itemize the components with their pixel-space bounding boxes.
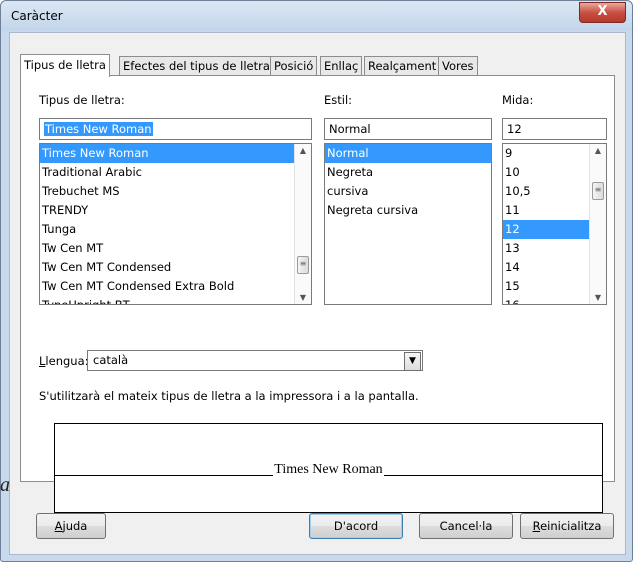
style-label: Estil: bbox=[324, 93, 353, 107]
font-list-item[interactable]: Tunga bbox=[40, 220, 311, 239]
help-button[interactable]: Ajuda bbox=[36, 513, 106, 539]
font-list-item[interactable]: Tw Cen MT Condensed Extra Bold bbox=[40, 277, 311, 296]
help-mnemonic: A bbox=[54, 519, 63, 533]
language-select[interactable]: català ▼ bbox=[87, 350, 423, 371]
reset-button[interactable]: Reinicialitza bbox=[520, 513, 614, 539]
style-list-item[interactable]: Negreta bbox=[325, 163, 491, 182]
preview-sample-text: Times New Roman bbox=[273, 462, 384, 477]
font-list-item[interactable]: Trebuchet MS bbox=[40, 182, 311, 201]
scroll-up-arrow-icon[interactable]: ▲ bbox=[590, 146, 606, 155]
font-list-scrollbar[interactable]: ▲ ≡ ▼ bbox=[294, 144, 311, 304]
size-list-scrollbar[interactable]: ▲ ≡ ▼ bbox=[589, 144, 606, 304]
style-list[interactable]: Normal Negreta cursiva Negreta cursiva bbox=[324, 143, 492, 305]
scroll-thumb[interactable]: ≡ bbox=[592, 182, 604, 200]
style-list-item[interactable]: Normal bbox=[325, 144, 491, 163]
font-list-item[interactable]: TRENDY bbox=[40, 201, 311, 220]
character-dialog: Caràcter X Tipus de lletra Efectes del t… bbox=[0, 0, 633, 562]
tab-font-effects[interactable]: Efectes del tipus de lletra bbox=[119, 56, 274, 76]
scroll-thumb[interactable]: ≡ bbox=[297, 256, 309, 274]
font-list-item[interactable]: TypoUpright BT bbox=[40, 296, 311, 304]
size-input[interactable]: 12 bbox=[502, 118, 607, 140]
reset-label-rest: einicialitza bbox=[540, 519, 602, 533]
tab-borders[interactable]: Vores bbox=[438, 56, 478, 76]
font-tab-panel: Tipus de lletra: Estil: Mida: Times New … bbox=[20, 75, 615, 513]
font-preview: Times New Roman bbox=[54, 423, 603, 513]
tab-highlighting[interactable]: Realçament bbox=[364, 56, 441, 76]
ok-button[interactable]: D'acord bbox=[309, 513, 403, 539]
font-family-label: Tipus de lletra: bbox=[39, 93, 125, 107]
close-button[interactable]: X bbox=[579, 2, 626, 23]
font-list-item[interactable]: Traditional Arabic bbox=[40, 163, 311, 182]
dialog-title: Caràcter bbox=[11, 9, 63, 23]
size-list[interactable]: 9 10 10,5 11 12 13 14 15 16 ▲ ≡ ▼ bbox=[502, 143, 607, 305]
preview-sample: Times New Roman bbox=[55, 462, 602, 478]
font-family-input[interactable]: Times New Roman bbox=[39, 118, 312, 140]
style-list-item[interactable]: Negreta cursiva bbox=[325, 201, 491, 220]
language-label-rest: lengua: bbox=[45, 354, 89, 368]
dialog-body: Tipus de lletra Efectes del tipus de lle… bbox=[9, 32, 626, 555]
chevron-down-icon[interactable]: ▼ bbox=[404, 352, 421, 371]
cancel-button[interactable]: Cancel·la bbox=[419, 513, 513, 539]
scroll-down-arrow-icon[interactable]: ▼ bbox=[295, 293, 311, 302]
style-list-item[interactable]: cursiva bbox=[325, 182, 491, 201]
tab-hyperlink[interactable]: Enllaç bbox=[320, 56, 363, 76]
scroll-up-arrow-icon[interactable]: ▲ bbox=[295, 146, 311, 155]
help-label-rest: juda bbox=[62, 519, 88, 533]
close-icon: X bbox=[597, 4, 608, 19]
reset-mnemonic: R bbox=[532, 519, 541, 533]
font-list-item[interactable]: Tw Cen MT Condensed bbox=[40, 258, 311, 277]
size-label: Mida: bbox=[502, 93, 534, 107]
size-list-item[interactable]: 12 bbox=[503, 220, 590, 239]
background-document-glyph: a bbox=[0, 474, 10, 496]
tab-position[interactable]: Posició bbox=[270, 56, 318, 76]
tab-font[interactable]: Tipus de lletra bbox=[20, 54, 110, 77]
font-list-item[interactable]: Tw Cen MT bbox=[40, 239, 311, 258]
style-input[interactable]: Normal bbox=[324, 118, 492, 140]
scroll-down-arrow-icon[interactable]: ▼ bbox=[590, 293, 606, 302]
language-select-value: català bbox=[93, 353, 129, 367]
font-family-list[interactable]: Times New Roman Traditional Arabic Trebu… bbox=[39, 143, 312, 305]
printer-screen-info: S'utilitzarà el mateix tipus de lletra a… bbox=[39, 389, 419, 403]
language-label: Llengua: bbox=[39, 354, 89, 368]
font-family-input-text: Times New Roman bbox=[44, 122, 153, 136]
style-input-text: Normal bbox=[329, 122, 371, 136]
size-input-text: 12 bbox=[507, 122, 522, 136]
title-bar[interactable]: Caràcter X bbox=[1, 1, 632, 31]
font-list-item[interactable]: Times New Roman bbox=[40, 144, 295, 163]
